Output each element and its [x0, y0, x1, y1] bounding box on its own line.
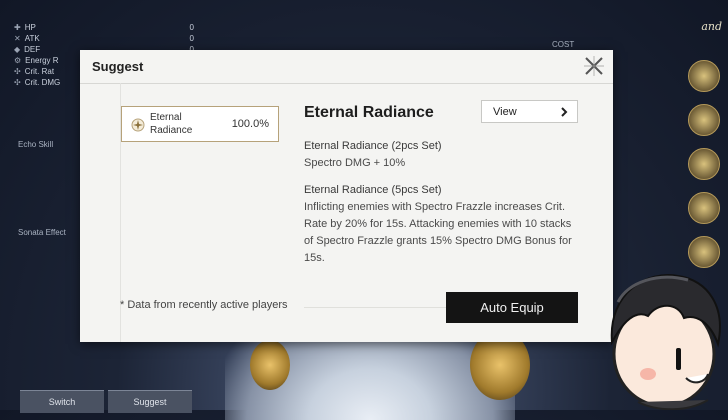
cost-label: COST: [552, 40, 575, 49]
chibi-avatar-overlay: [610, 274, 721, 410]
energy-icon: ⚙: [14, 56, 22, 65]
sonata-effect-label: Sonata Effect: [18, 228, 66, 237]
right-echo-slots: [688, 60, 724, 280]
effect-text: Spectro DMG + 10%: [304, 157, 406, 169]
suggest-dialog: Suggest Eternal Radiance 100.0% Eternal …: [80, 50, 613, 342]
gold-ornament: [250, 340, 290, 390]
echo-slot-icon[interactable]: [688, 104, 720, 136]
close-button[interactable]: [583, 55, 605, 77]
effect-heading: Eternal Radiance (5pcs Set): [304, 184, 442, 196]
stat-row-hp: ✚ HP 0: [14, 23, 194, 32]
view-button[interactable]: View: [481, 100, 578, 123]
hp-icon: ✚: [14, 23, 21, 32]
dialog-header: Suggest: [80, 50, 613, 84]
echo-slot-icon[interactable]: [688, 60, 720, 92]
set-card-percent: 100.0%: [231, 118, 269, 130]
set-card-name: Eternal Radiance: [150, 112, 193, 136]
sonata-set-icon: [131, 118, 145, 132]
crit-rate-icon: ✣: [14, 67, 21, 76]
chevron-right-icon: [561, 107, 568, 117]
stat-row-atk: ✕ ATK 0: [14, 34, 194, 43]
view-button-label: View: [493, 106, 517, 118]
crit-dmg-icon: ✣: [14, 78, 21, 87]
close-icon: [584, 56, 604, 76]
data-source-note: * Data from recently active players: [120, 299, 288, 311]
echo-slot-icon[interactable]: [688, 192, 720, 224]
five-piece-effect: Eternal Radiance (5pcs Set) Inflicting e…: [304, 182, 574, 267]
corner-text: and: [701, 20, 722, 33]
effect-heading: Eternal Radiance (2pcs Set): [304, 140, 442, 152]
effect-text: Inflicting enemies with Spectro Frazzle …: [304, 201, 572, 264]
set-card-eternal-radiance[interactable]: Eternal Radiance 100.0%: [121, 106, 279, 142]
atk-icon: ✕: [14, 34, 21, 43]
set-title: Eternal Radiance: [304, 104, 434, 121]
def-icon: ◆: [14, 45, 21, 54]
two-piece-effect: Eternal Radiance (2pcs Set) Spectro DMG …: [304, 138, 574, 172]
dialog-title: Suggest: [92, 59, 144, 74]
echo-slot-icon[interactable]: [688, 148, 720, 180]
echo-skill-label: Echo Skill: [18, 140, 54, 149]
auto-equip-button[interactable]: Auto Equip: [446, 292, 578, 323]
